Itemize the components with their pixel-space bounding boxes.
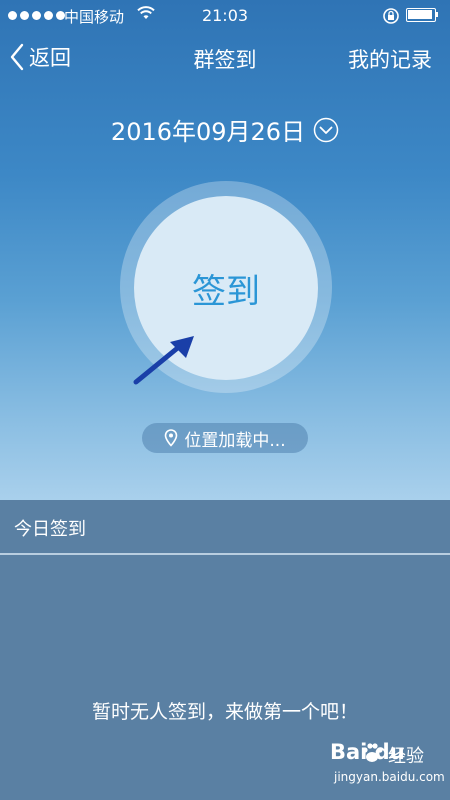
baidu-jingyan-watermark: Bai du 经验 jingyan.baidu.com: [330, 740, 445, 800]
status-bar: 中国移动 21:03: [0, 0, 450, 32]
location-status-text: 位置加载中...: [184, 430, 286, 451]
section-title: 今日签到: [14, 519, 86, 540]
back-button[interactable]: 返回: [10, 42, 71, 72]
chevron-down-icon[interactable]: [313, 117, 339, 143]
arrow-annotation-icon: [133, 336, 194, 385]
watermark-url: jingyan.baidu.com: [334, 770, 445, 784]
paw-icon: [362, 743, 383, 762]
date-label: 2016年09月26日: [110, 118, 306, 146]
battery-icon: [406, 8, 438, 22]
location-pin-icon: [165, 429, 178, 447]
divider: [0, 553, 450, 555]
navigation-bar: 返回 群签到 我的记录: [0, 32, 450, 84]
date-selector[interactable]: 2016年09月26日: [0, 112, 450, 147]
watermark-brand: 经验: [388, 746, 424, 767]
rotation-lock-icon: [383, 8, 399, 24]
empty-state-message: 暂时无人签到，来做第一个吧！: [91, 701, 358, 723]
today-checkin-header: 今日签到: [0, 500, 450, 554]
chevron-left-icon: [10, 43, 24, 71]
back-label: 返回: [29, 46, 71, 70]
my-records-button[interactable]: 我的记录: [348, 44, 432, 74]
location-status: 位置加载中...: [142, 423, 308, 453]
